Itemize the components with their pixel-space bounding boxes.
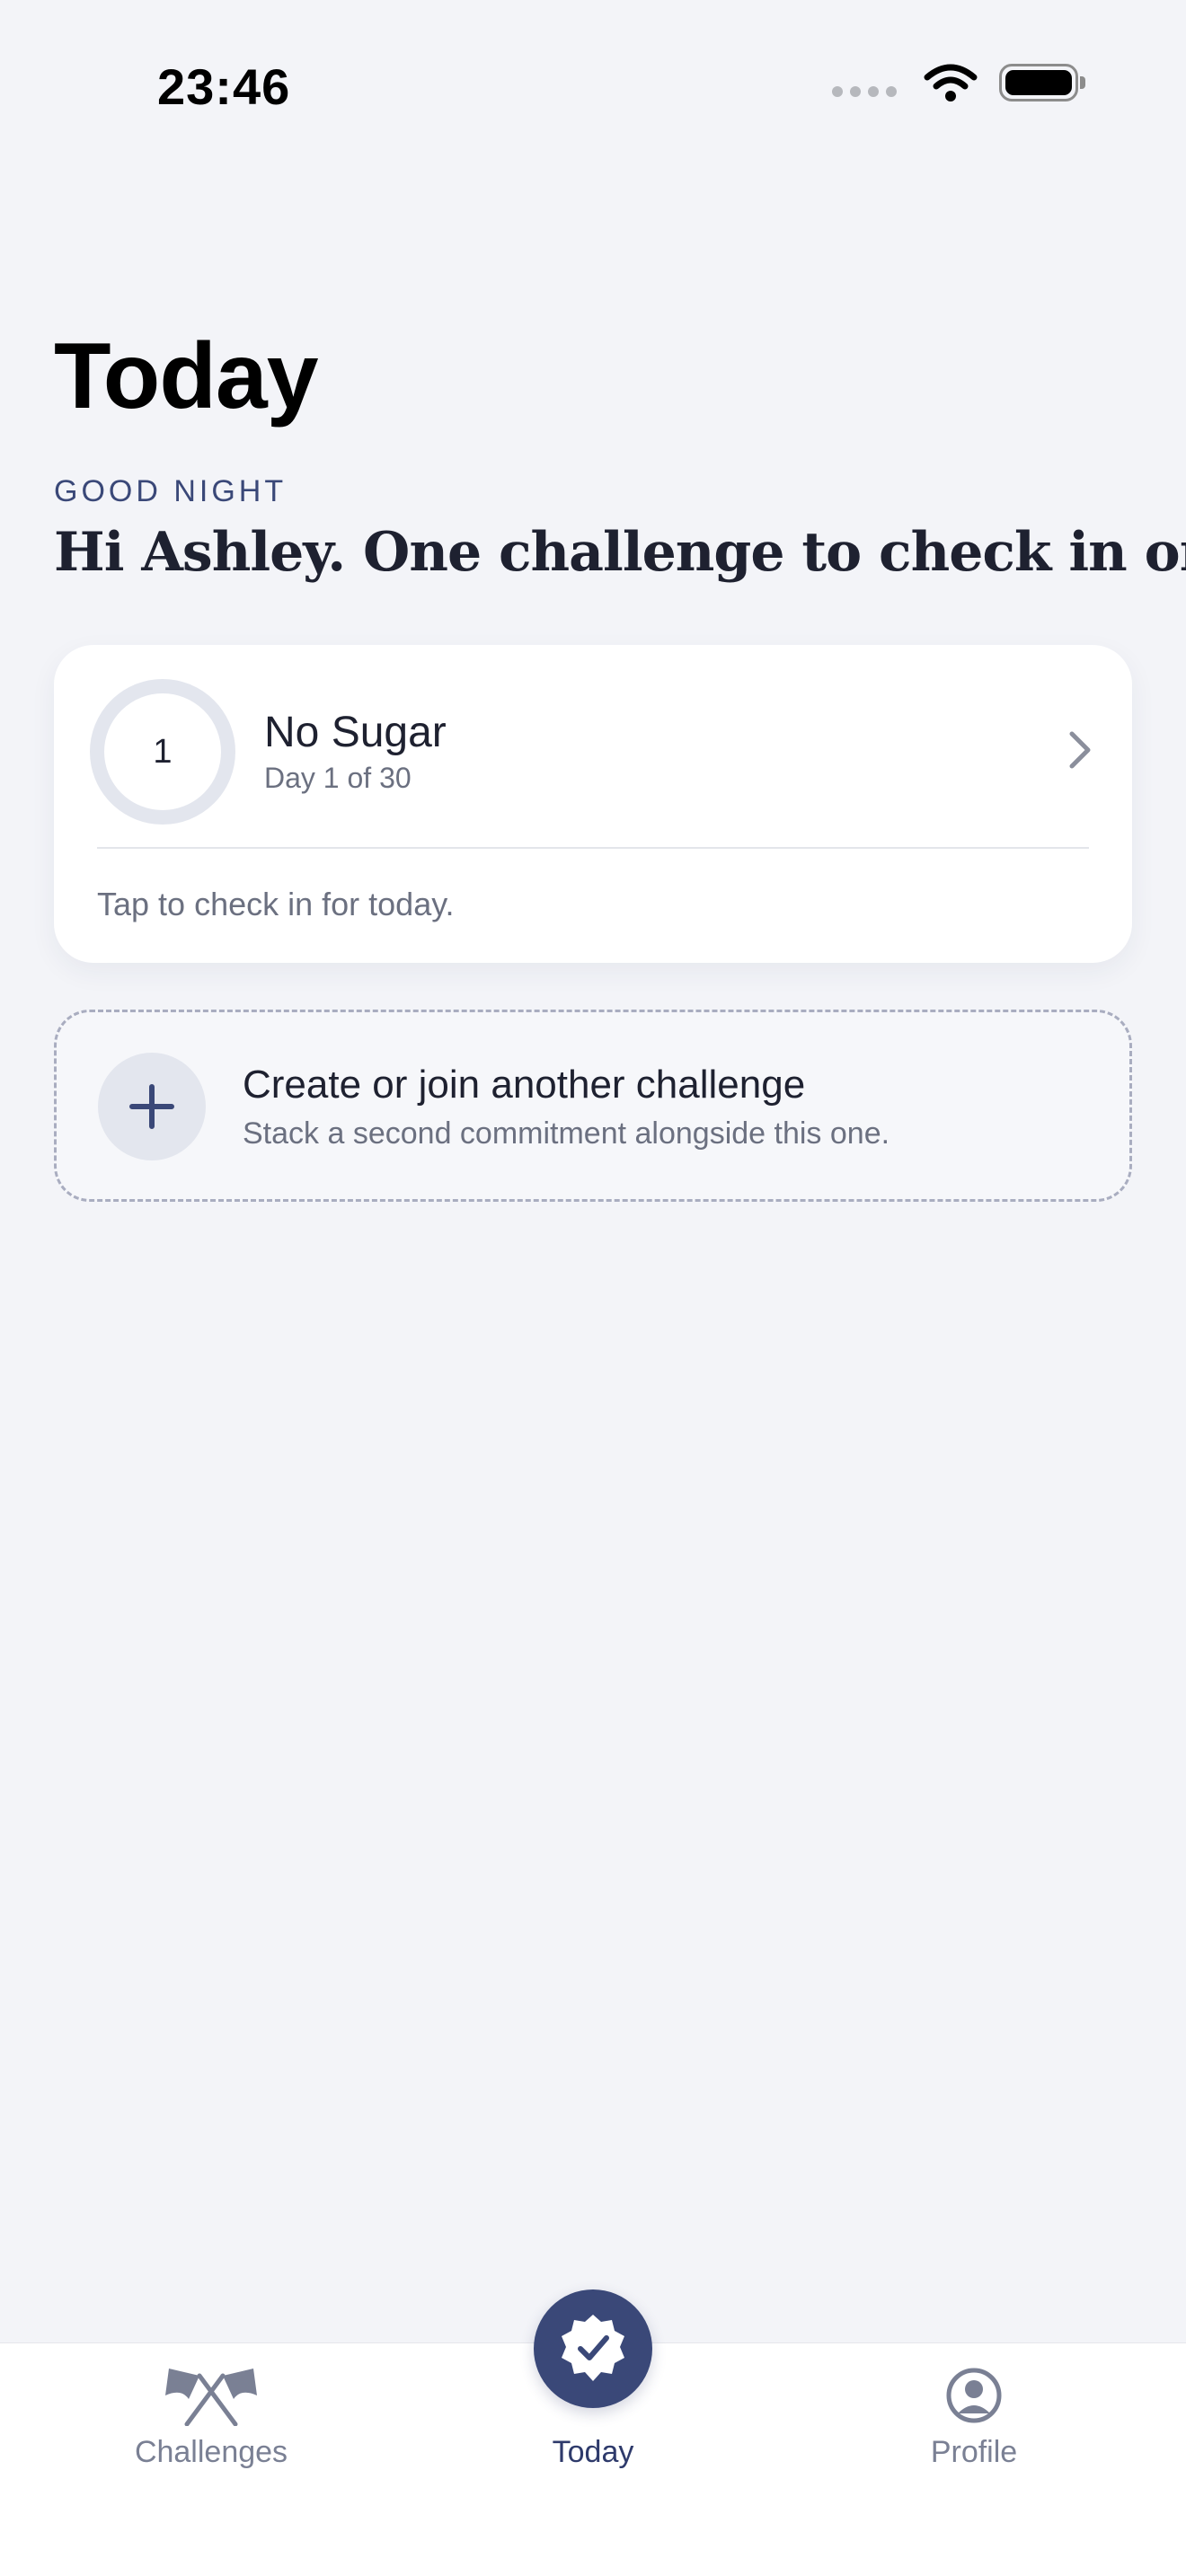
today-screen: 23:46 Today GOOD NIGHT Hi Ashley. One ch… bbox=[0, 0, 1186, 2576]
chevron-right-icon bbox=[1069, 731, 1091, 769]
add-challenge-card[interactable]: Create or join another challenge Stack a… bbox=[54, 1010, 1132, 1202]
progress-ring-value: 1 bbox=[153, 732, 173, 771]
greeting-eyebrow: GOOD NIGHT bbox=[54, 474, 288, 508]
page-title: Today bbox=[54, 324, 319, 428]
card-divider bbox=[97, 847, 1089, 849]
tab-today-label: Today bbox=[552, 2435, 634, 2469]
crossed-flags-icon bbox=[165, 2369, 257, 2426]
challenge-card[interactable]: 1 No Sugar Day 1 of 30 Tap to check in f… bbox=[54, 645, 1132, 963]
person-circle-icon bbox=[946, 2368, 1002, 2423]
add-challenge-title: Create or join another challenge bbox=[243, 1063, 806, 1107]
battery-icon bbox=[999, 64, 1085, 101]
tab-profile[interactable]: Profile bbox=[839, 2343, 1109, 2576]
tab-challenges[interactable]: Challenges bbox=[76, 2343, 346, 2576]
add-challenge-subtitle: Stack a second commitment alongside this… bbox=[243, 1116, 890, 1151]
status-icons bbox=[832, 63, 1085, 102]
cellular-signal-icon bbox=[832, 86, 897, 97]
wifi-icon bbox=[924, 64, 978, 101]
challenge-progress-text: Day 1 of 30 bbox=[264, 762, 412, 794]
badge-check-icon bbox=[562, 2315, 624, 2381]
status-time: 23:46 bbox=[157, 58, 291, 115]
tab-challenges-label: Challenges bbox=[134, 2435, 288, 2469]
check-in-hint: Tap to check in for today. bbox=[97, 886, 455, 922]
today-tab-button[interactable] bbox=[534, 2289, 652, 2408]
greeting-message: Hi Ashley. One challenge to check in on. bbox=[54, 521, 1186, 584]
progress-ring: 1 bbox=[90, 679, 235, 825]
plus-icon bbox=[98, 1053, 206, 1160]
tab-profile-label: Profile bbox=[930, 2435, 1018, 2469]
challenge-name: No Sugar bbox=[264, 709, 447, 756]
